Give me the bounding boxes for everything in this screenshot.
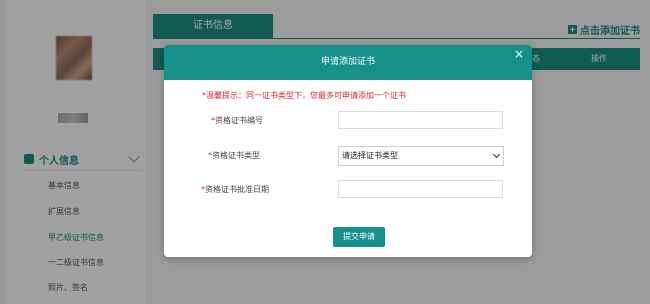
form-row-certificate-number: *资格证书编号 — [164, 111, 532, 131]
chevron-down-icon — [492, 150, 501, 159]
add-certificate-dialog: 申请添加证书 × *温馨提示：同一证书类型下，您最多可申请添加一个证书 *资格证… — [164, 45, 532, 257]
certificate-type-label-text: 资格证书类型 — [212, 151, 260, 160]
close-icon[interactable]: × — [513, 48, 525, 60]
approval-date-label: *资格证书批准日期 — [201, 180, 269, 200]
dialog-title: 申请添加证书 — [320, 57, 375, 67]
certificate-type-selected: 请选择证书类型 — [342, 151, 398, 160]
certificate-type-label: *资格证书类型 — [208, 146, 260, 166]
submit-application-button[interactable]: 提交申请 — [333, 227, 385, 247]
certificate-number-input[interactable] — [338, 111, 503, 129]
approval-date-label-text: 资格证书批准日期 — [205, 185, 269, 194]
dialog-header: 申请添加证书 × — [164, 45, 532, 80]
form-row-approval-date: *资格证书批准日期 — [164, 180, 532, 200]
certificate-number-label-text: 资格证书编号 — [215, 116, 263, 125]
notice-text: *温馨提示：同一证书类型下，您最多可申请添加一个证书 — [202, 91, 406, 100]
certificate-type-select[interactable]: 请选择证书类型 — [338, 146, 504, 166]
form-row-certificate-type: *资格证书类型 请选择证书类型 — [164, 146, 532, 166]
approval-date-input[interactable] — [338, 180, 503, 198]
certificate-number-label: *资格证书编号 — [211, 111, 263, 131]
